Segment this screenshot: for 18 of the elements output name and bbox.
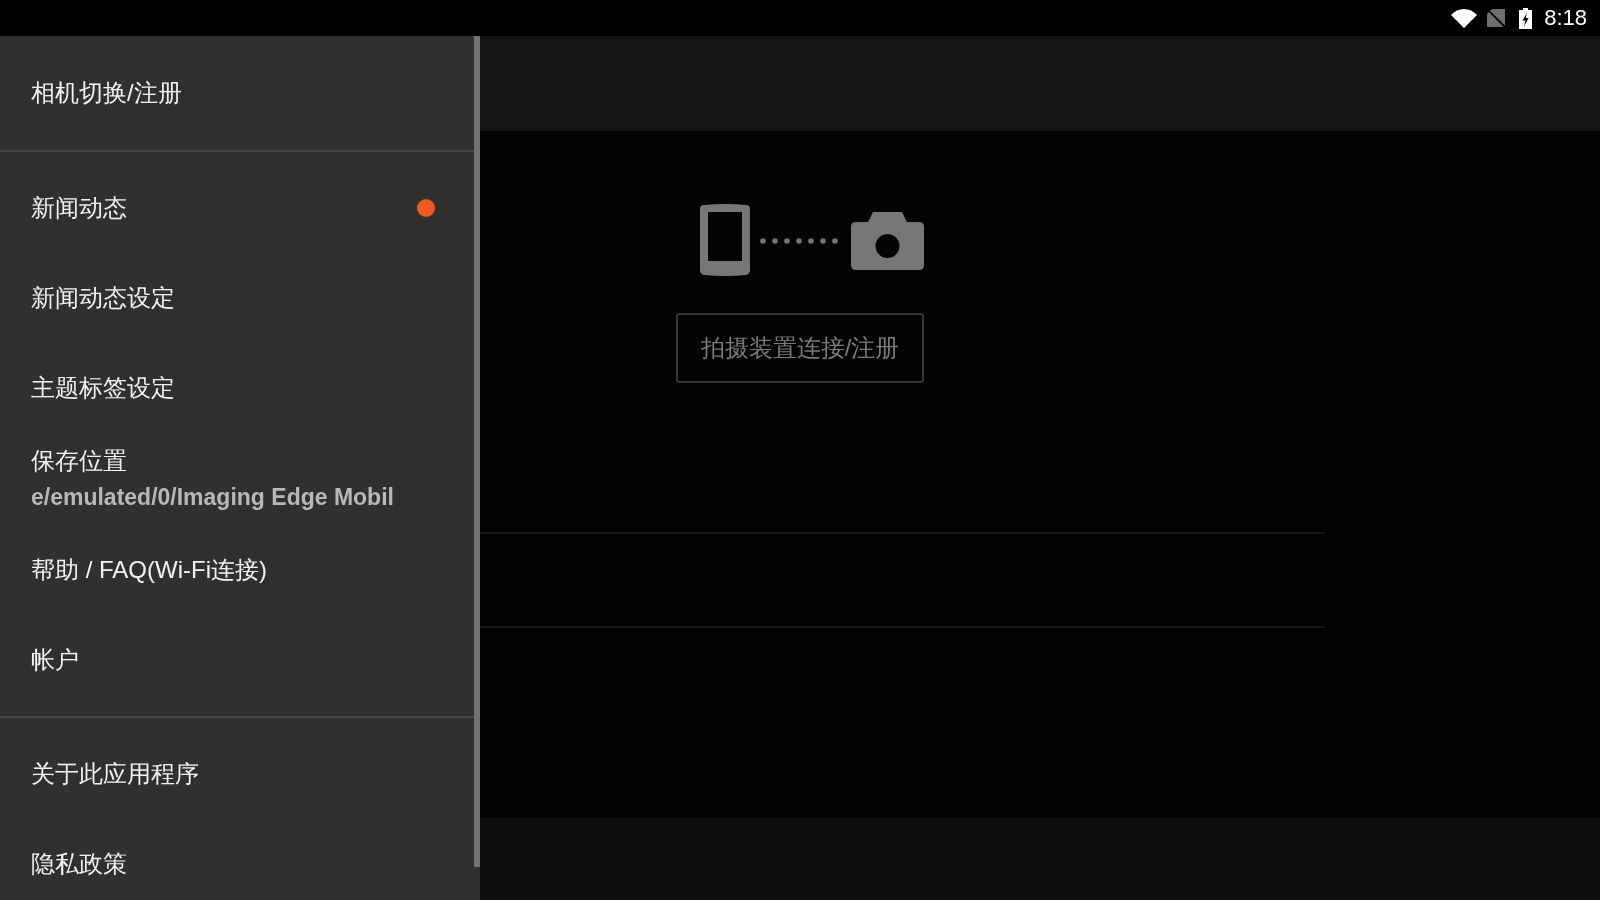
drawer-item[interactable]: 关于此应用程序 bbox=[0, 729, 474, 819]
drawer-item[interactable]: 隐私政策 bbox=[0, 819, 474, 900]
connect-button[interactable]: 拍摄装置连接/注册 bbox=[676, 313, 924, 383]
drawer-item[interactable]: 保存位置 e/emulated/0/Imaging Edge Mobil bbox=[0, 433, 474, 525]
dotted-line-icon bbox=[760, 238, 838, 244]
drawer-item[interactable]: 新闻动态设定 bbox=[0, 253, 474, 343]
battery-charging-icon bbox=[1519, 7, 1533, 29]
drawer-item[interactable]: 帮助 / FAQ(Wi-Fi连接) bbox=[0, 525, 474, 615]
drawer-item[interactable]: 相机切换/注册 bbox=[0, 36, 474, 150]
wifi-icon bbox=[1451, 8, 1478, 28]
drawer-item[interactable]: 主题标签设定 bbox=[0, 343, 474, 433]
status-time: 8:18 bbox=[1544, 5, 1587, 31]
camera-icon bbox=[851, 212, 924, 270]
save-path-text: e/emulated/0/Imaging Edge Mobil bbox=[31, 483, 394, 512]
drawer-item[interactable]: 帐户 bbox=[0, 615, 474, 705]
phone-icon bbox=[700, 204, 750, 276]
no-sim-icon bbox=[1487, 9, 1506, 27]
drawer-item[interactable]: 新闻动态 bbox=[0, 163, 474, 253]
